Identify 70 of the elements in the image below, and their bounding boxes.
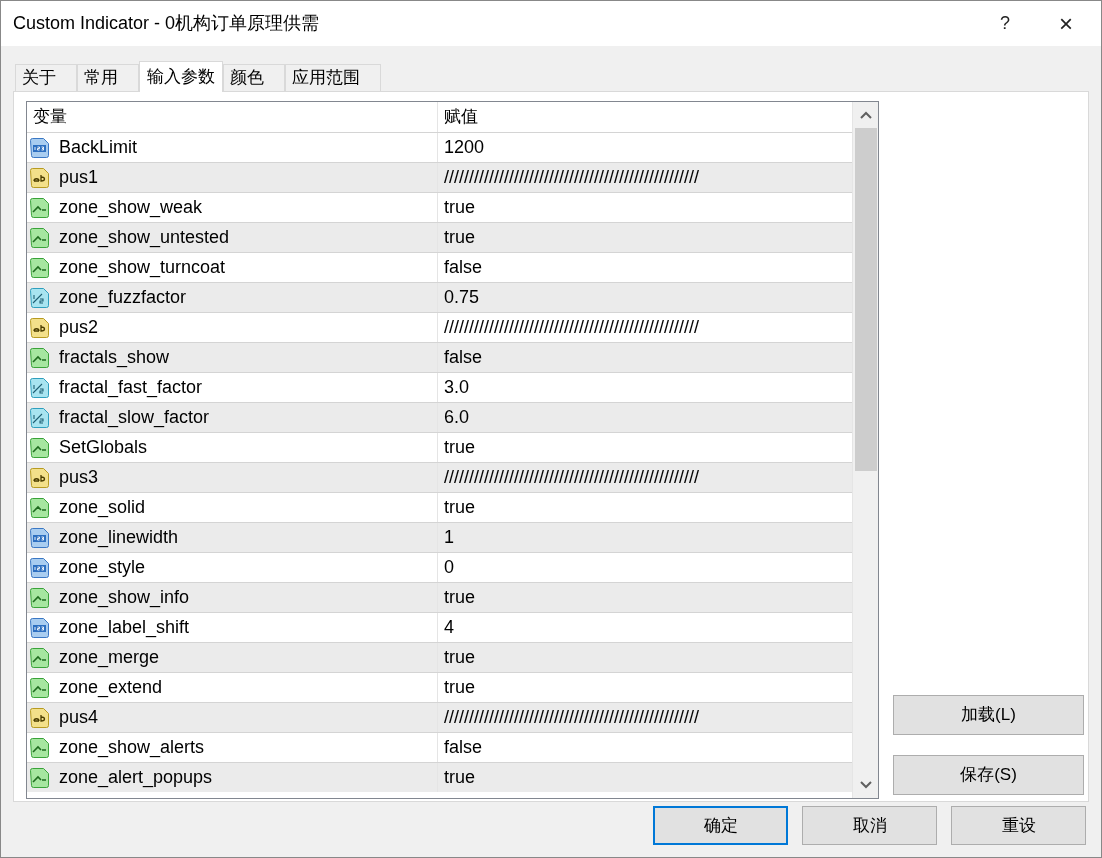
text-icon	[29, 706, 51, 729]
scrollbar-thumb[interactable]	[854, 128, 877, 471]
parameter-value[interactable]: true	[438, 583, 852, 612]
parameter-name: fractal_slow_factor	[59, 406, 210, 430]
parameter-value[interactable]: false	[438, 253, 852, 282]
parameter-name: zone_fuzzfactor	[59, 286, 187, 310]
parameter-name: SetGlobals	[59, 436, 148, 459]
parameter-name: zone_show_info	[59, 586, 190, 610]
dialog-button[interactable]: 重设	[951, 806, 1086, 845]
dialog-button[interactable]: 确定	[653, 806, 788, 845]
parameter-name: pus3	[59, 466, 99, 489]
text-icon	[29, 466, 51, 489]
parameter-value[interactable]: true	[438, 763, 852, 792]
parameter-value[interactable]: ///////////////////////////////////////////////////	[438, 703, 852, 732]
parameter-value[interactable]: ///////////////////////////////////////////////////	[438, 163, 852, 192]
parameter-value[interactable]: ///////////////////////////////////////////////////	[438, 313, 852, 342]
parameter-value[interactable]: false	[438, 343, 852, 372]
parameter-name: fractal_fast_factor	[59, 376, 203, 400]
parameter-name: pus2	[59, 316, 99, 339]
tab[interactable]: 常用	[77, 64, 139, 91]
parameter-value[interactable]: true	[438, 673, 852, 702]
parameter-name: zone_merge	[59, 646, 160, 670]
parameter-name: fractals_show	[59, 346, 170, 370]
parameter-name: BackLimit	[59, 136, 138, 159]
parameter-name: zone_label_shift	[59, 616, 190, 640]
tab[interactable]: 关于	[15, 64, 77, 91]
parameter-name: pus1	[59, 166, 99, 189]
column-header[interactable]: 赋值	[438, 102, 852, 132]
parameter-value[interactable]: true	[438, 193, 852, 222]
side-button[interactable]: 保存(S)	[893, 755, 1084, 795]
fraction-icon	[29, 376, 51, 399]
parameter-value[interactable]: 4	[438, 613, 852, 642]
parameter-value[interactable]: true	[438, 223, 852, 252]
parameter-name: zone_linewidth	[59, 526, 179, 550]
parameter-name: zone_show_turncoat	[59, 256, 226, 280]
parameter-value[interactable]: 6.0	[438, 403, 852, 432]
number-icon	[29, 526, 51, 549]
parameter-value[interactable]: false	[438, 733, 852, 762]
parameter-name: pus4	[59, 706, 99, 729]
parameter-name: zone_solid	[59, 496, 146, 520]
text-icon	[29, 316, 51, 339]
fraction-icon	[29, 406, 51, 429]
dialog-button[interactable]: 取消	[802, 806, 937, 845]
scroll-up-icon[interactable]	[859, 111, 872, 119]
parameter-value[interactable]: 1	[438, 523, 852, 552]
parameter-name: zone_extend	[59, 676, 163, 700]
parameter-name: zone_style	[59, 556, 146, 580]
parameter-value[interactable]: 1200	[438, 133, 852, 162]
text-icon	[29, 166, 51, 189]
parameter-value[interactable]: true	[438, 643, 852, 672]
parameter-name: zone_show_alerts	[59, 736, 205, 760]
parameter-value[interactable]: 0	[438, 553, 852, 582]
tab[interactable]: 应用范围	[285, 64, 381, 91]
window-title: Custom Indicator - 0机构订单原理供需	[12, 12, 321, 35]
parameter-name: zone_show_untested	[59, 226, 230, 250]
parameter-value[interactable]: ///////////////////////////////////////////////////	[438, 463, 852, 492]
parameter-value[interactable]: true	[438, 433, 852, 462]
tab[interactable]: 输入参数	[139, 61, 223, 92]
parameter-name: zone_alert_popups	[59, 766, 213, 790]
help-button[interactable]: ?	[979, 10, 1031, 37]
scroll-down-icon[interactable]	[859, 781, 872, 789]
close-button[interactable]: ×	[1031, 5, 1101, 42]
parameter-value[interactable]: true	[438, 493, 852, 522]
scrollbar[interactable]	[852, 102, 878, 798]
tab[interactable]: 颜色	[223, 64, 285, 91]
parameter-value[interactable]: 3.0	[438, 373, 852, 402]
parameter-value[interactable]: 0.75	[438, 283, 852, 312]
side-button[interactable]: 加载(L)	[893, 695, 1084, 735]
parameter-name: zone_show_weak	[59, 196, 203, 220]
fraction-icon	[29, 286, 51, 309]
